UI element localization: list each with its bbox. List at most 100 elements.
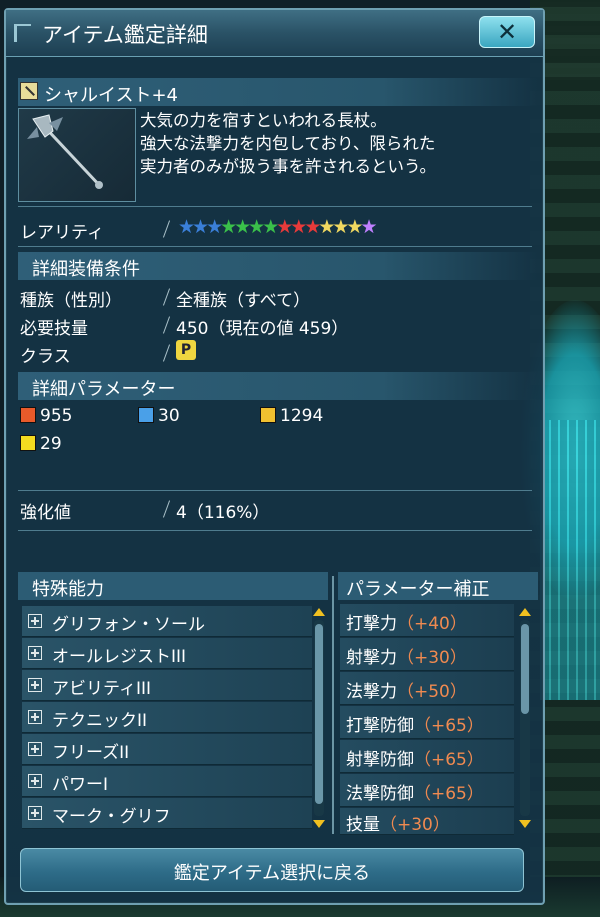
bonus-value: （+30） — [397, 648, 467, 668]
bonus-name: 技量 — [346, 815, 380, 835]
grind-value: 4（116%） — [176, 503, 270, 523]
window-title: アイテム鑑定詳細 — [42, 23, 208, 47]
ability-name: オールレジストIII — [52, 647, 187, 667]
melee-attack-value: 955 — [40, 406, 73, 426]
separator — [162, 344, 171, 362]
ability-name: マーク・グリフ — [52, 807, 171, 827]
ability-item[interactable]: グリフォン・ソール — [22, 606, 312, 637]
expand-icon[interactable] — [28, 710, 42, 724]
expand-icon[interactable] — [28, 742, 42, 756]
tech-attack-stat: 1294 — [260, 406, 323, 426]
bonus-name: 打撃防御 — [346, 716, 414, 736]
ranged-attack-icon — [138, 407, 154, 423]
melee-attack-stat: 955 — [20, 406, 72, 426]
ability-item[interactable]: オールレジストIII — [22, 638, 312, 669]
ability-item[interactable]: フリーズII — [22, 734, 312, 765]
back-button-label: 鑑定アイテム選択に戻る — [173, 863, 371, 884]
rarity-label: レアリティ — [20, 223, 104, 243]
close-button[interactable]: ✕ — [479, 16, 535, 48]
description-line: 実力者のみが扱う事を許されるという。 — [140, 157, 437, 176]
ranged-attack-stat: 30 — [138, 406, 180, 426]
panel-divider — [332, 576, 334, 834]
bonus-item: 法撃力（+50） — [340, 672, 514, 705]
expand-icon[interactable] — [28, 646, 42, 660]
separator — [162, 316, 171, 334]
bonus-name: 法撃力 — [346, 682, 397, 702]
item-description: 大気の力を宿すといわれる長杖。 強大な法撃力を内包しており、限られた 実力者のみ… — [140, 109, 436, 178]
back-to-selection-button[interactable]: 鑑定アイテム選択に戻る — [20, 848, 524, 892]
divider — [18, 530, 532, 531]
separator — [162, 220, 171, 238]
element-value: 29 — [40, 434, 62, 454]
required-dex-value: 450（現在の値 459） — [176, 319, 349, 339]
rod-weapon-icon — [20, 82, 38, 100]
bonus-item: 打撃防御（+65） — [340, 706, 514, 739]
ranged-attack-value: 30 — [158, 406, 180, 426]
bonus-name: 射撃防御 — [346, 750, 414, 770]
expand-icon[interactable] — [28, 806, 42, 820]
bonus-value: （+50） — [397, 682, 467, 702]
bonus-item: 打撃力（+40） — [340, 604, 514, 637]
class-label: クラス — [20, 347, 71, 367]
scroll-thumb[interactable] — [315, 624, 323, 804]
scroll-up-icon[interactable] — [519, 608, 531, 616]
param-bonus-header: パラメーター補正 — [338, 572, 538, 600]
item-appraisal-window: アイテム鑑定詳細 ✕ シャルイスト+4 大気の力を宿すといわれる長杖。 強大な法… — [4, 8, 545, 905]
divider — [18, 246, 532, 247]
required-dex-label: 必要技量 — [20, 319, 88, 339]
bonus-scrollbar[interactable] — [520, 620, 530, 816]
scroll-down-icon[interactable] — [313, 820, 325, 828]
divider — [18, 490, 532, 491]
scroll-down-icon[interactable] — [519, 820, 531, 828]
expand-icon[interactable] — [28, 678, 42, 692]
param-bonus-panel: パラメーター補正 打撃力（+40） 射撃力（+30） 法撃力（+50） 打撃防御… — [338, 572, 538, 835]
bonus-value: （+30） — [380, 815, 450, 835]
bonus-value: （+65） — [414, 716, 484, 736]
parameters-header: 詳細パラメーター — [18, 372, 538, 400]
ability-item[interactable]: アビリティIII — [22, 670, 312, 701]
ability-item[interactable]: テクニックII — [22, 702, 312, 733]
description-line: 大気の力を宿すといわれる長杖。 — [140, 111, 387, 130]
abilities-scrollbar[interactable] — [314, 620, 324, 816]
item-image — [18, 108, 136, 202]
item-name: シャルイスト+4 — [44, 85, 178, 106]
element-lightning-icon — [20, 435, 36, 451]
bonus-item: 法撃防御（+65） — [340, 774, 514, 807]
background-glow-grid — [540, 420, 600, 700]
element-stat: 29 — [20, 434, 62, 454]
bonus-value: （+40） — [397, 614, 467, 634]
close-icon: ✕ — [496, 18, 518, 46]
rarity-stars: ★★★★★★★★★★★★★★ — [178, 216, 378, 238]
bonus-item: 射撃防御（+65） — [340, 740, 514, 773]
special-abilities-header: 特殊能力 — [18, 572, 328, 600]
ability-item[interactable]: パワーI — [22, 766, 312, 797]
bonus-name: 射撃力 — [346, 648, 397, 668]
ability-name: フリーズII — [52, 743, 130, 763]
separator — [162, 500, 171, 518]
title-decoration — [14, 24, 31, 42]
ability-name: グリフォン・ソール — [52, 615, 205, 635]
bonus-name: 打撃力 — [346, 614, 397, 634]
param-bonus-header-label: パラメーター補正 — [346, 579, 490, 600]
bonus-value: （+65） — [414, 784, 484, 804]
requirements-header-label: 詳細装備条件 — [32, 259, 140, 280]
title-bar: アイテム鑑定詳細 ✕ — [6, 10, 543, 57]
special-abilities-header-label: 特殊能力 — [32, 579, 104, 600]
ability-name: パワーI — [52, 775, 109, 795]
item-name-bar: シャルイスト+4 — [18, 78, 538, 106]
bonus-value: （+65） — [414, 750, 484, 770]
bonus-item: 技量（+30） — [340, 808, 514, 835]
separator — [162, 288, 171, 306]
special-abilities-panel: 特殊能力 グリフォン・ソール オールレジストIII アビリティIII テクニック… — [18, 572, 328, 834]
description-line: 強大な法撃力を内包しており、限られた — [140, 134, 436, 153]
divider — [18, 206, 532, 207]
scroll-thumb[interactable] — [521, 624, 529, 714]
bonus-item: 射撃力（+30） — [340, 638, 514, 671]
expand-icon[interactable] — [28, 774, 42, 788]
ability-name: テクニックII — [52, 711, 148, 731]
ability-item[interactable]: マーク・グリフ — [22, 798, 312, 829]
expand-icon[interactable] — [28, 614, 42, 628]
scroll-up-icon[interactable] — [313, 608, 325, 616]
tech-attack-icon — [260, 407, 276, 423]
grind-label: 強化値 — [20, 503, 71, 523]
